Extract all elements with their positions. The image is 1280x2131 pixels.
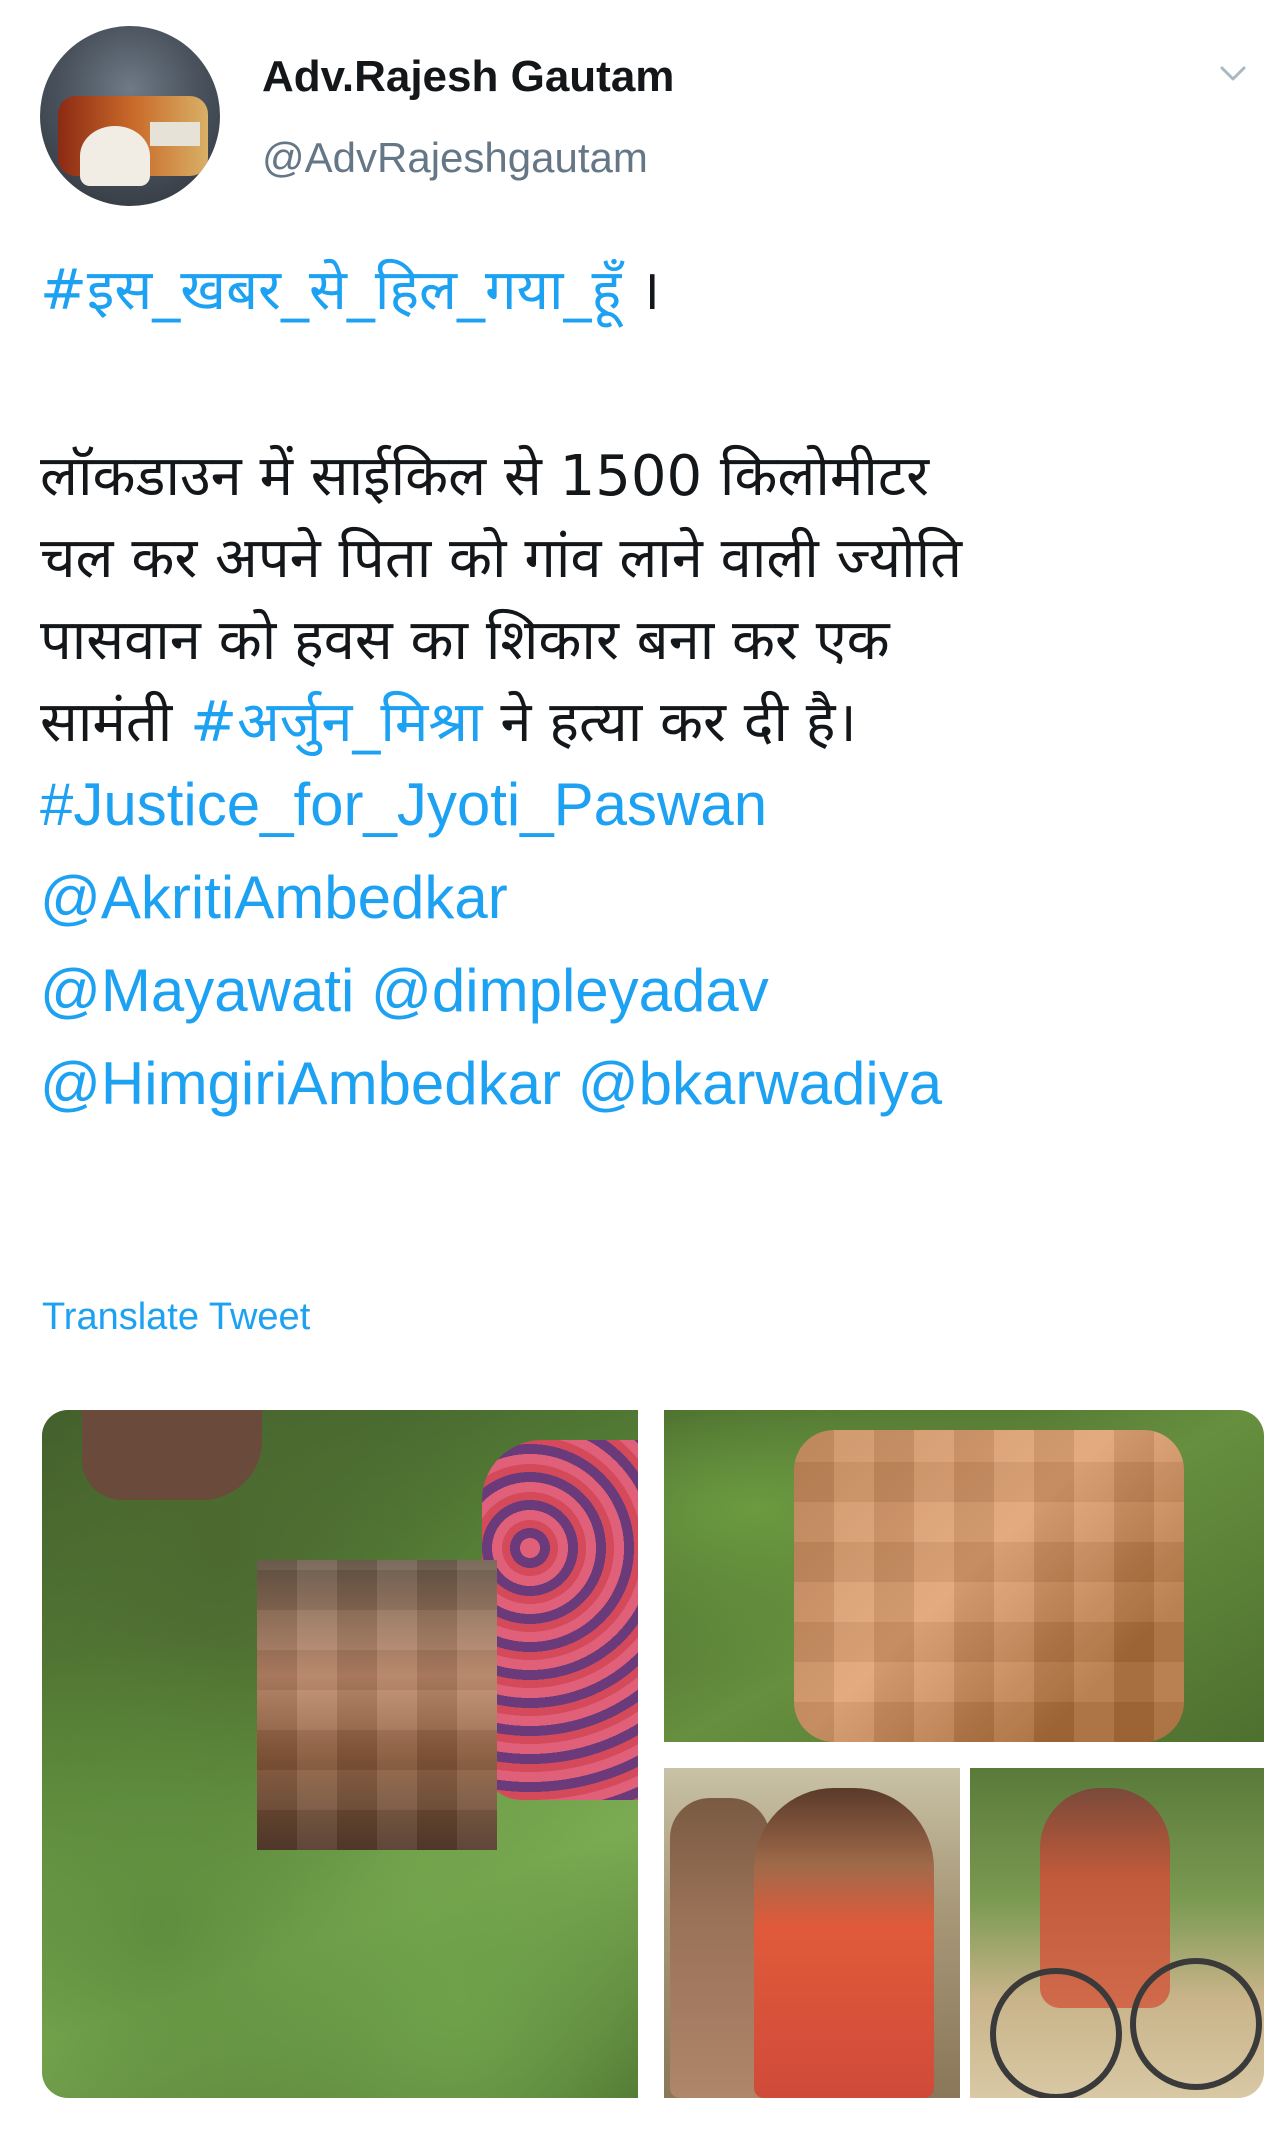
hashtag-link[interactable]: #Justice_for_Jyoti_Paswan	[40, 770, 767, 839]
media-photo[interactable]	[664, 1410, 1264, 1742]
body-line: पासवान को हवस का शिकार बना कर एक	[40, 608, 890, 673]
pixelated-area	[257, 1560, 497, 1850]
display-name[interactable]: Adv.Rajesh Gautam	[262, 52, 674, 102]
translate-tweet-link[interactable]: Translate Tweet	[42, 1296, 310, 1339]
media-photo[interactable]	[970, 1768, 1264, 2098]
mention-line: @Mayawati @dimpleyadav	[40, 956, 769, 1025]
media-photo[interactable]	[42, 1410, 638, 2098]
photo-detail	[82, 1410, 262, 1500]
avatar-image-part	[80, 126, 150, 186]
mention-link[interactable]: @dimpleyadav	[371, 957, 769, 1024]
photo-detail	[754, 1788, 934, 2098]
avatar-image-part	[150, 122, 200, 146]
body-line: सामंती #अर्जुन_मिश्रा ने हत्या कर दी है।	[40, 682, 857, 758]
hashtag-link[interactable]: #इस_खबर_से_हिल_गया_हूँ	[40, 258, 621, 323]
user-handle[interactable]: @AdvRajeshgautam	[262, 134, 648, 182]
chevron-down-icon[interactable]	[1218, 58, 1248, 88]
hashtag-link[interactable]: #अर्जुन_मिश्रा	[190, 690, 482, 755]
photo-detail	[990, 1968, 1122, 2098]
body-line: लॉकडाउन में साईकिल से 1500 किलोमीटर	[40, 444, 930, 509]
mention-link[interactable]: @HimgiriAmbedkar	[40, 1050, 561, 1117]
mention-link[interactable]: @AkritiAmbedkar	[40, 863, 508, 932]
pixelated-area	[794, 1430, 1184, 1742]
photo-detail	[1130, 1958, 1262, 2090]
tweet-card: Adv.Rajesh Gautam @AdvRajeshgautam #इस_ख…	[0, 0, 1280, 2131]
hashtag-line: #इस_खबर_से_हिल_गया_हूँ ।	[40, 250, 660, 326]
photo-detail	[482, 1440, 638, 1800]
mention-link[interactable]: @Mayawati	[40, 957, 354, 1024]
mention-link[interactable]: @bkarwadiya	[578, 1050, 942, 1117]
mention-line: @HimgiriAmbedkar @bkarwadiya	[40, 1049, 942, 1118]
body-text: सामंती	[40, 690, 191, 755]
media-grid	[42, 1410, 1264, 2098]
body-line: चल कर अपने पिता को गांव लाने वाली ज्योति	[40, 526, 963, 591]
media-photo[interactable]	[664, 1768, 960, 2098]
user-avatar[interactable]	[40, 26, 220, 206]
danda-punctuation: ।	[621, 258, 661, 323]
body-text: ने हत्या कर दी है।	[482, 690, 857, 755]
